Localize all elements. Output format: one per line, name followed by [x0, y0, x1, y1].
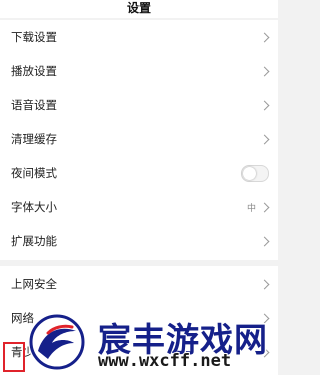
chevron-right-icon	[259, 32, 270, 42]
watermark-logo-icon	[28, 313, 86, 371]
setting-playback[interactable]: 播放设置	[0, 54, 278, 88]
page-title: 设置	[126, 0, 151, 15]
setting-download[interactable]: 下载设置	[0, 20, 278, 54]
setting-extensions[interactable]: 扩展功能	[0, 224, 278, 258]
setting-voice-label: 语音设置	[11, 98, 57, 112]
setting-font-size-label: 字体大小	[11, 200, 57, 214]
settings-group-main: 下载设置 播放设置 语音设置 清理缓存 夜间模式 字体大小 中 扩展功能	[0, 20, 278, 260]
chevron-right-icon	[259, 202, 270, 212]
font-size-value: 中	[246, 203, 256, 214]
setting-clear-cache-label: 清理缓存	[11, 132, 57, 146]
setting-playback-label: 播放设置	[11, 64, 57, 78]
chevron-right-icon	[259, 100, 270, 110]
setting-download-label: 下载设置	[11, 30, 57, 44]
toggle-knob	[243, 166, 256, 180]
night-mode-toggle[interactable]	[241, 164, 269, 182]
chevron-right-icon	[259, 279, 270, 289]
highlight-box	[3, 342, 25, 372]
setting-night-mode: 夜间模式	[0, 156, 278, 190]
setting-voice[interactable]: 语音设置	[0, 88, 278, 122]
chevron-right-icon	[259, 236, 270, 246]
setting-clear-cache[interactable]: 清理缓存	[0, 122, 278, 156]
setting-font-size[interactable]: 字体大小 中	[0, 190, 278, 224]
page-header: 设置	[0, 0, 278, 18]
setting-extensions-label: 扩展功能	[11, 234, 57, 248]
chevron-right-icon	[259, 66, 270, 76]
watermark-url: www.wxcff.net	[97, 350, 232, 372]
setting-night-mode-label: 夜间模式	[11, 166, 57, 180]
setting-web-security[interactable]: 上网安全	[0, 267, 278, 301]
setting-web-security-label: 上网安全	[11, 277, 57, 291]
chevron-right-icon	[259, 134, 270, 144]
